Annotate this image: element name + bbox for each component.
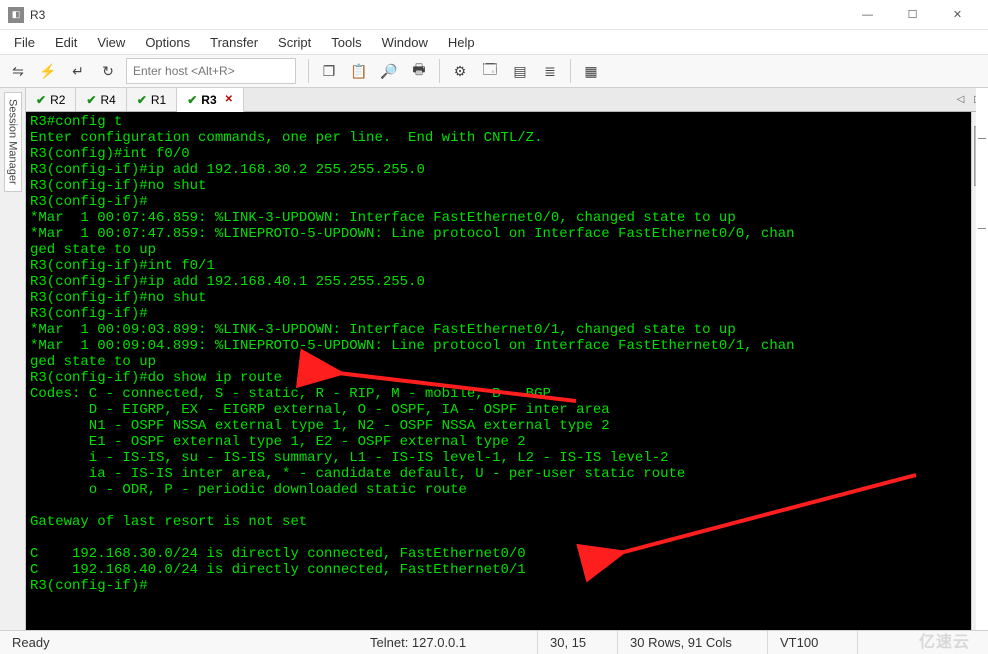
status-connection: Telnet: 127.0.0.1	[358, 631, 538, 654]
tab-label: R2	[50, 93, 65, 107]
minimize-button[interactable]: —	[845, 1, 890, 29]
session-icon[interactable]: ⇋	[4, 57, 32, 85]
sidebar: Session Manager	[0, 88, 26, 630]
checkmark-icon: ✔	[137, 93, 147, 107]
close-tab-icon[interactable]: ✕	[225, 94, 233, 105]
tab-r4[interactable]: ✔ R4	[76, 88, 126, 111]
menu-file[interactable]: File	[4, 33, 45, 52]
hex-icon[interactable]: ▦	[577, 57, 605, 85]
menu-tools[interactable]: Tools	[321, 33, 371, 52]
status-emulation: VT100	[768, 631, 858, 654]
host-input[interactable]	[126, 58, 296, 84]
menu-help[interactable]: Help	[438, 33, 485, 52]
font-icon[interactable]: 🗔	[476, 57, 504, 85]
status-term-size: 30 Rows, 91 Cols	[618, 631, 768, 654]
toolbar: ⇋ ⚡ ↵ ↻ ❐ 📋 🔎 🖶 ⚙ 🗔 ▤ ≣ ▦	[0, 54, 988, 88]
toolbar-separator	[439, 59, 440, 83]
terminal-output[interactable]: R3#config t Enter configuration commands…	[26, 112, 971, 630]
menu-script[interactable]: Script	[268, 33, 321, 52]
tab-r2[interactable]: ✔ R2	[26, 88, 76, 111]
session-manager-tab[interactable]: Session Manager	[4, 92, 22, 192]
copy-icon[interactable]: ❐	[315, 57, 343, 85]
toolbar-separator	[308, 59, 309, 83]
menu-view[interactable]: View	[87, 33, 135, 52]
watermark: 亿速云	[919, 628, 970, 652]
tab-r1[interactable]: ✔ R1	[127, 88, 177, 111]
menu-options[interactable]: Options	[135, 33, 200, 52]
menu-transfer[interactable]: Transfer	[200, 33, 268, 52]
toolbar-separator	[570, 59, 571, 83]
close-button[interactable]: ✕	[935, 1, 980, 29]
window-title: R3	[30, 8, 845, 22]
menu-edit[interactable]: Edit	[45, 33, 87, 52]
checkmark-icon: ✔	[36, 93, 46, 107]
reconnect-icon[interactable]: ↻	[94, 57, 122, 85]
maximize-button[interactable]: ☐	[890, 1, 935, 29]
tab-r3[interactable]: ✔ R3 ✕	[177, 88, 244, 112]
tab-label: R1	[151, 93, 166, 107]
connect-icon[interactable]: ↵	[64, 57, 92, 85]
tab-scroll-left-icon[interactable]: ◁	[957, 94, 965, 105]
tab-label: R4	[100, 93, 115, 107]
status-cursor-position: 30, 15	[538, 631, 618, 654]
quick-connect-icon[interactable]: ⚡	[34, 57, 62, 85]
logging-icon[interactable]: ≣	[536, 57, 564, 85]
outer-right-strip	[976, 88, 988, 630]
titlebar: ◧ R3 — ☐ ✕	[0, 0, 988, 30]
status-ready: Ready	[0, 631, 358, 654]
checkmark-icon: ✔	[187, 93, 197, 107]
paste-icon[interactable]: 📋	[345, 57, 373, 85]
menubar: File Edit View Options Transfer Script T…	[0, 30, 988, 54]
print-icon[interactable]: 🖶	[405, 57, 433, 85]
settings-icon[interactable]: ⚙	[446, 57, 474, 85]
tab-strip: ✔ R2 ✔ R4 ✔ R1 ✔ R3 ✕ ◁ ▷	[26, 88, 988, 112]
colors-icon[interactable]: ▤	[506, 57, 534, 85]
app-icon: ◧	[8, 7, 24, 23]
tab-label: R3	[201, 93, 216, 107]
find-icon[interactable]: 🔎	[375, 57, 403, 85]
menu-window[interactable]: Window	[372, 33, 438, 52]
checkmark-icon: ✔	[86, 93, 96, 107]
statusbar: Ready Telnet: 127.0.0.1 30, 15 30 Rows, …	[0, 630, 988, 654]
window-controls: — ☐ ✕	[845, 1, 980, 29]
